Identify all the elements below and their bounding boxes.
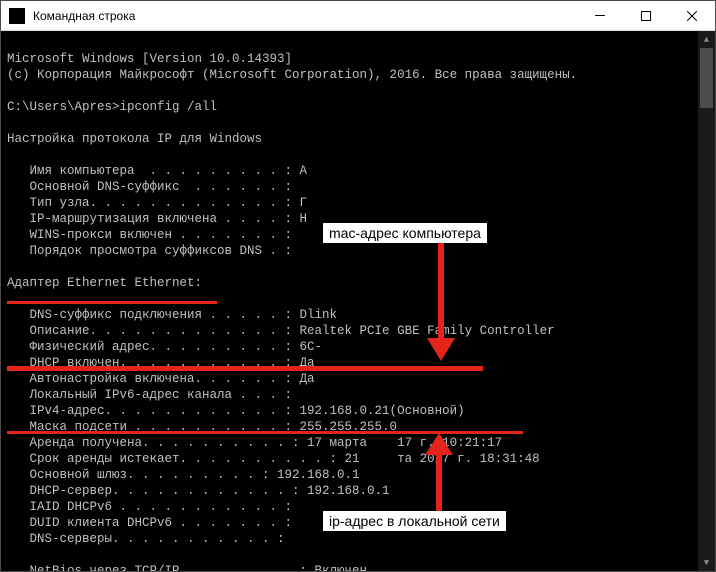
mac-underline xyxy=(7,366,483,371)
conn-suffix-line: DNS-суффикс подключения . . . . . : Dlin… xyxy=(7,308,337,322)
lease-expires-line: Срок аренды истекает. . . . . . . . . . … xyxy=(7,452,540,466)
physical-address-line: Физический адрес. . . . . . . . . : 6C- xyxy=(7,340,322,354)
duid-line: DUID клиента DHCPv6 . . . . . . . : xyxy=(7,516,292,530)
prompt-line: C:\Users\Apres>ipconfig /all xyxy=(7,100,217,114)
scrollbar-thumb[interactable] xyxy=(700,48,713,108)
mac-address-annotation: mac-адрес компьютера xyxy=(323,223,487,243)
ip-routing-line: IP-маршрутизация включена . . . . : Н xyxy=(7,212,307,226)
maximize-button[interactable] xyxy=(623,1,669,31)
ip-arrow-icon xyxy=(419,433,459,513)
scroll-down-arrow[interactable]: ▼ xyxy=(698,554,715,571)
adapter-underline xyxy=(7,301,217,304)
mac-arrow-icon xyxy=(421,243,461,363)
wins-proxy-line: WINS-прокси включен . . . . . . . : xyxy=(7,228,292,242)
ip-address-annotation: ip-адрес в локальной сети xyxy=(323,511,506,531)
command-prompt-window: Командная строка Microsoft Windows [Vers… xyxy=(0,0,716,572)
vertical-scrollbar[interactable]: ▲ ▼ xyxy=(698,31,715,571)
config-header: Настройка протокола IP для Windows xyxy=(7,132,262,146)
window-title: Командная строка xyxy=(33,9,577,23)
close-button[interactable] xyxy=(669,1,715,31)
autoconfig-line: Автонастройка включена. . . . . . : Да xyxy=(7,372,315,386)
scroll-up-arrow[interactable]: ▲ xyxy=(698,31,715,48)
gateway-line: Основной шлюз. . . . . . . . . : 192.168… xyxy=(7,468,360,482)
dns-search-line: Порядок просмотра суффиксов DNS . : xyxy=(7,244,292,258)
iaid-line: IAID DHCPv6 . . . . . . . . . . . : xyxy=(7,500,292,514)
version-line: Microsoft Windows [Version 10.0.14393] xyxy=(7,52,292,66)
node-type-line: Тип узла. . . . . . . . . . . . . : Г xyxy=(7,196,307,210)
host-name-line: Имя компьютера . . . . . . . . . : A xyxy=(7,164,307,178)
dhcp-server-line: DHCP-сервер. . . . . . . . . . . . : 192… xyxy=(7,484,390,498)
minimize-button[interactable] xyxy=(577,1,623,31)
dns-servers-line: DNS-серверы. . . . . . . . . . . : xyxy=(7,532,285,546)
scrollbar-track[interactable] xyxy=(698,48,715,554)
copyright-line: (c) Корпорация Майкрософт (Microsoft Cor… xyxy=(7,68,577,82)
ipv4-line: IPv4-адрес. . . . . . . . . . . . : 192.… xyxy=(7,404,465,418)
dns-suffix-line: Основной DNS-суффикс . . . . . . : xyxy=(7,180,292,194)
ipv6-local-line: Локальный IPv6-адрес канала . . . : xyxy=(7,388,292,402)
netbios-line: NetBios через TCP/IP. . . . . . . . : Вк… xyxy=(7,564,367,571)
titlebar: Командная строка xyxy=(1,1,715,31)
description-line: Описание. . . . . . . . . . . . . : Real… xyxy=(7,324,555,338)
app-icon xyxy=(9,8,25,24)
adapter-header: Адаптер Ethernet Ethernet: xyxy=(7,276,202,290)
